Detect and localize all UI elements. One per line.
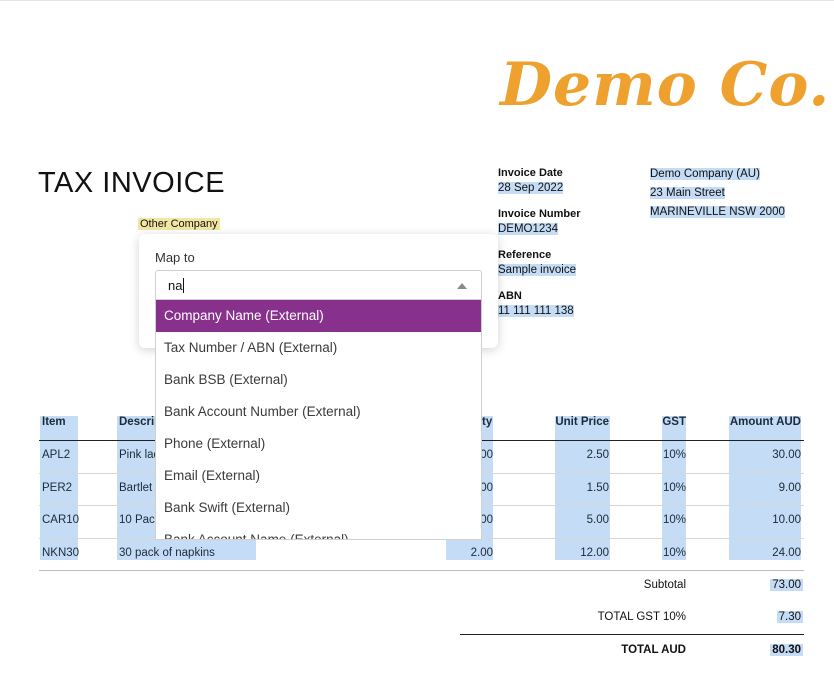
other-company-label[interactable]: Other Company bbox=[138, 218, 220, 230]
reference-value[interactable]: Sample invoice bbox=[498, 264, 576, 276]
text-cursor bbox=[183, 278, 185, 293]
option-bank-bsb[interactable]: Bank BSB (External) bbox=[156, 364, 481, 396]
map-to-input-value[interactable]: na bbox=[168, 278, 182, 293]
company-logo: Demo Co. bbox=[500, 50, 831, 120]
option-bank-account-number[interactable]: Bank Account Number (External) bbox=[156, 396, 481, 428]
map-to-options-list[interactable]: Company Name (External) Tax Number / ABN… bbox=[155, 300, 482, 540]
option-company-name[interactable]: Company Name (External) bbox=[156, 300, 481, 332]
row4-description[interactable]: 30 pack of napkins bbox=[119, 547, 215, 559]
header-unit-price[interactable]: Unit Price bbox=[540, 416, 609, 428]
document-title: TAX INVOICE bbox=[38, 167, 226, 199]
row4-gst[interactable]: 10% bbox=[640, 547, 686, 559]
total-rule bbox=[460, 634, 804, 635]
chevron-up-icon[interactable] bbox=[457, 283, 467, 289]
row3-unit-price[interactable]: 5.00 bbox=[540, 514, 609, 526]
total-value[interactable]: 80.30 bbox=[770, 644, 803, 656]
map-to-combobox[interactable]: na bbox=[155, 270, 482, 300]
total-label: TOTAL AUD bbox=[621, 644, 686, 656]
row2-amount[interactable]: 9.00 bbox=[700, 482, 801, 494]
row4-item[interactable]: NKN30 bbox=[42, 547, 79, 559]
header-item[interactable]: Item bbox=[42, 416, 66, 428]
row2-gst[interactable]: 10% bbox=[640, 482, 686, 494]
row1-unit-price[interactable]: 2.50 bbox=[540, 449, 609, 461]
map-to-search-input[interactable]: na bbox=[168, 278, 185, 293]
map-to-label: Map to bbox=[155, 250, 195, 265]
row4-quantity[interactable]: 2.00 bbox=[446, 547, 493, 559]
invoice-date-label: Invoice Date bbox=[498, 167, 563, 179]
gst-total-label: TOTAL GST 10% bbox=[597, 611, 686, 623]
row1-item[interactable]: APL2 bbox=[42, 449, 70, 461]
row2-unit-price[interactable]: 1.50 bbox=[540, 482, 609, 494]
abn-label: ABN bbox=[498, 290, 522, 302]
header-quantity[interactable]: ty bbox=[482, 416, 492, 428]
seller-street[interactable]: 23 Main Street bbox=[650, 187, 725, 199]
option-email[interactable]: Email (External) bbox=[156, 460, 481, 492]
row3-item[interactable]: CAR10 bbox=[42, 514, 79, 526]
row1-gst[interactable]: 10% bbox=[640, 449, 686, 461]
header-gst[interactable]: GST bbox=[640, 416, 686, 428]
option-bank-swift[interactable]: Bank Swift (External) bbox=[156, 492, 481, 524]
gst-total-value[interactable]: 7.30 bbox=[776, 611, 803, 623]
subtotal-value[interactable]: 73.00 bbox=[770, 579, 803, 591]
row3-gst[interactable]: 10% bbox=[640, 514, 686, 526]
option-tax-number-abn[interactable]: Tax Number / ABN (External) bbox=[156, 332, 481, 364]
row2-description[interactable]: Bartlet bbox=[119, 482, 152, 494]
invoice-date-value[interactable]: 28 Sep 2022 bbox=[498, 182, 564, 194]
seller-city[interactable]: MARINEVILLE NSW 2000 bbox=[650, 206, 785, 218]
row4-unit-price[interactable]: 12.00 bbox=[540, 547, 609, 559]
table-bottom-rule bbox=[39, 570, 804, 571]
row1-amount[interactable]: 30.00 bbox=[700, 449, 801, 461]
top-border bbox=[0, 0, 834, 1]
option-phone[interactable]: Phone (External) bbox=[156, 428, 481, 460]
option-bank-account-name[interactable]: Bank Account Name (External) bbox=[156, 524, 481, 539]
abn-value[interactable]: 11 111 111 138 bbox=[498, 305, 574, 317]
row2-item[interactable]: PER2 bbox=[42, 482, 72, 494]
seller-name[interactable]: Demo Company (AU) bbox=[650, 168, 760, 180]
header-amount[interactable]: Amount AUD bbox=[700, 416, 801, 428]
invoice-number-label: Invoice Number bbox=[498, 208, 581, 220]
reference-label: Reference bbox=[498, 249, 552, 261]
row4-amount[interactable]: 24.00 bbox=[700, 547, 801, 559]
subtotal-label: Subtotal bbox=[643, 579, 686, 591]
invoice-number-value[interactable]: DEMO1234 bbox=[498, 223, 559, 235]
row1-description[interactable]: Pink lad bbox=[119, 449, 160, 461]
row3-amount[interactable]: 10.00 bbox=[700, 514, 801, 526]
